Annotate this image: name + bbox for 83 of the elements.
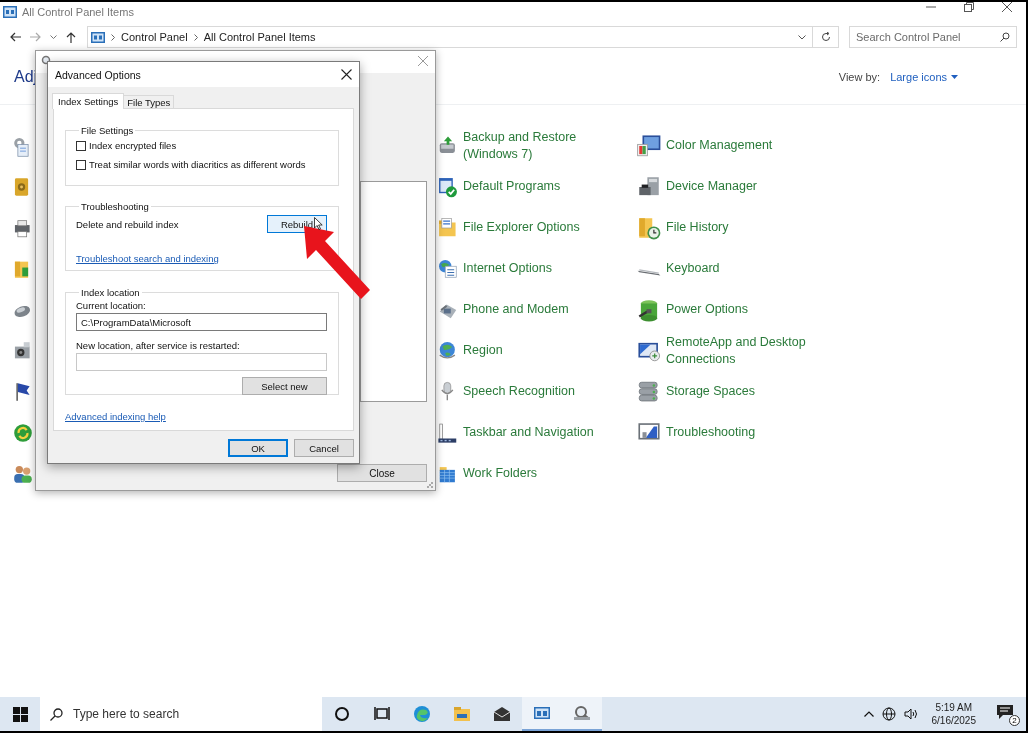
settings-link[interactable]: Internet Options [463, 250, 552, 287]
speaker-icon[interactable] [903, 708, 918, 720]
chevron-right-icon [193, 33, 198, 41]
close-button[interactable]: Close [337, 464, 427, 482]
field-label: New location, after service is restarted: [76, 340, 241, 351]
address-bar[interactable]: Control Panel All Control Panel Items [87, 26, 813, 48]
envelope-icon [493, 705, 511, 723]
resize-grip-icon [427, 482, 433, 488]
screen-icon[interactable] [437, 421, 459, 444]
circle-icon [333, 705, 351, 723]
group-title: File Settings [80, 125, 135, 136]
settings-link[interactable]: Taskbar and Navigation [463, 414, 594, 451]
settings-link[interactable]: Color Management [666, 127, 773, 164]
close-icon[interactable] [341, 69, 352, 80]
input-field[interactable] [76, 353, 327, 371]
view-by-label: View by: [838, 71, 881, 83]
windows-icon [12, 706, 28, 722]
settings-link[interactable]: Phone and Modem [463, 291, 569, 328]
task-view-icon [373, 705, 391, 723]
search-icon [50, 707, 63, 721]
settings-link[interactable]: Keyboard [666, 250, 720, 287]
control-panel-icon [91, 31, 105, 43]
search-field[interactable]: Search Control Panel [849, 26, 1017, 48]
chevron-up-icon[interactable] [863, 711, 874, 717]
chevron-down-icon[interactable] [798, 34, 806, 40]
dialog-button[interactable]: Cancel [294, 439, 354, 457]
locations-list[interactable] [360, 181, 427, 402]
restore-icon[interactable] [964, 2, 974, 12]
group-title: Troubleshooting [80, 201, 150, 212]
breadcrumb-item[interactable]: All Control Panel Items [203, 31, 316, 43]
settings-link[interactable]: Work Folders [463, 455, 538, 492]
troubleshoot-link[interactable]: Troubleshoot search and indexing [76, 253, 219, 264]
settings-link[interactable]: Power Options [666, 291, 748, 328]
cursor-icon [314, 217, 323, 230]
notification-icon[interactable] [996, 704, 1014, 720]
refresh-icon [820, 32, 831, 42]
up-arrow-icon[interactable] [66, 31, 76, 43]
settings-link[interactable]: Backup and Restore (Windows 7) [463, 127, 577, 164]
settings-link[interactable]: Region [463, 332, 503, 369]
help-link[interactable]: Advanced indexing help [65, 411, 166, 422]
control-panel-icon [3, 6, 17, 18]
settings-link[interactable]: File History [666, 209, 729, 246]
clock[interactable]: 5:19 AM 6/16/2025 [931, 701, 976, 727]
chevron-down-icon[interactable] [50, 34, 57, 40]
settings-link[interactable]: Storage Spaces [666, 373, 755, 410]
settings-link[interactable]: Device Manager [666, 168, 757, 205]
checkbox[interactable] [76, 140, 86, 151]
close-icon[interactable] [1002, 2, 1012, 12]
folder-icon[interactable] [437, 216, 459, 239]
browser-icon [413, 705, 431, 723]
settings-link[interactable]: File Explorer Options [463, 209, 580, 246]
breadcrumb-item[interactable]: Control Panel [121, 31, 188, 43]
view-dropdown[interactable]: Large icons [890, 71, 958, 83]
checkbox-label[interactable]: Index encrypted files [89, 140, 177, 151]
select-new-button[interactable]: Select new [242, 377, 327, 395]
caret-icon [951, 75, 958, 79]
control-panel-icon [533, 704, 551, 722]
dialog-title: Advanced Options [55, 68, 141, 81]
settings-link[interactable]: Default Programs [463, 168, 561, 205]
check-badge-icon[interactable] [437, 175, 459, 198]
dialog-button[interactable]: OK [228, 439, 288, 457]
settings-link[interactable]: Troubleshooting [666, 414, 756, 451]
globe-icon[interactable] [881, 707, 896, 721]
search-icon [1000, 32, 1010, 42]
checkbox-label[interactable]: Treat similar words with diacritics as different words [89, 159, 306, 170]
refresh-button[interactable] [813, 26, 839, 48]
field-label: Current location: [76, 300, 147, 311]
back-arrow-icon[interactable] [10, 32, 21, 42]
chevron-right-icon [111, 33, 115, 41]
checkbox[interactable] [76, 159, 86, 170]
folder-icon [453, 705, 471, 723]
settings-link[interactable]: RemoteApp and Desktop Connections [666, 332, 806, 369]
tab[interactable]: File Types [123, 95, 175, 108]
group-title: Index location [80, 287, 141, 298]
settings-link[interactable]: Speech Recognition [463, 373, 575, 410]
input-field[interactable]: C:\ProgramData\Microsoft [76, 313, 327, 331]
window-title: All Control Panel Items [22, 6, 134, 18]
tab[interactable]: Index Settings [52, 93, 125, 109]
monitor-icon[interactable] [636, 132, 662, 159]
taskbar-search-field[interactable]: Type here to search [40, 697, 322, 731]
magnifier-icon [573, 704, 591, 722]
description-text: Delete and rebuild index [76, 218, 179, 230]
notification-count: 2 [1009, 715, 1020, 726]
